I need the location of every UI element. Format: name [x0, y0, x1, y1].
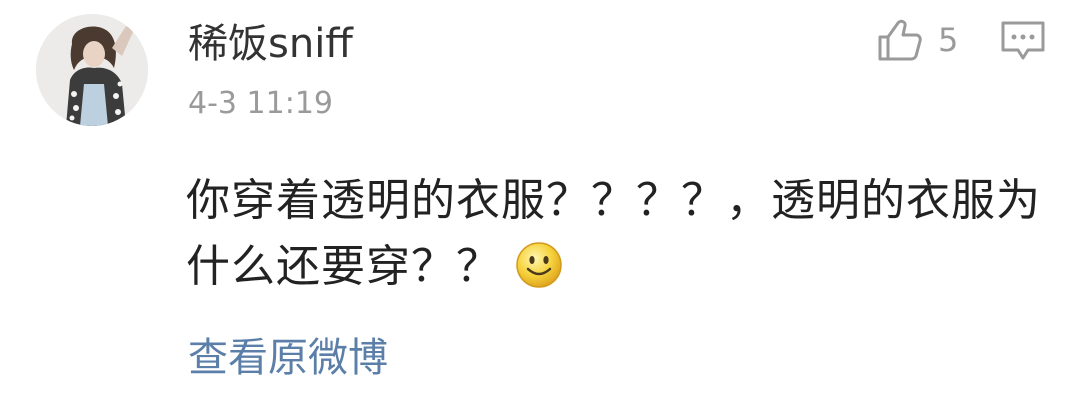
avatar[interactable]: [36, 14, 148, 126]
smile-emoji-icon: [515, 241, 563, 289]
timestamp: 4-3 11:19: [188, 86, 333, 121]
comment-text: 你穿着透明的衣服？？？？，透明的衣服为什么还要穿？？: [186, 175, 1041, 292]
username[interactable]: 稀饭sniff: [188, 18, 353, 70]
like-button[interactable]: 5: [876, 16, 958, 64]
comment-bubble-icon: [1001, 21, 1045, 60]
view-original-weibo-link[interactable]: 查看原微博: [188, 330, 388, 386]
avatar-image: [36, 14, 148, 126]
reply-button[interactable]: [998, 18, 1048, 64]
comment-card: 稀饭sniff 4-3 11:19 5 你穿着透明的衣服？？？？，透明的衣服为什…: [0, 0, 1080, 408]
comment-body: 你穿着透明的衣服？？？？，透明的衣服为什么还要穿？？: [186, 168, 1046, 300]
like-count: 5: [938, 21, 959, 59]
thumbs-up-icon: [878, 19, 922, 61]
